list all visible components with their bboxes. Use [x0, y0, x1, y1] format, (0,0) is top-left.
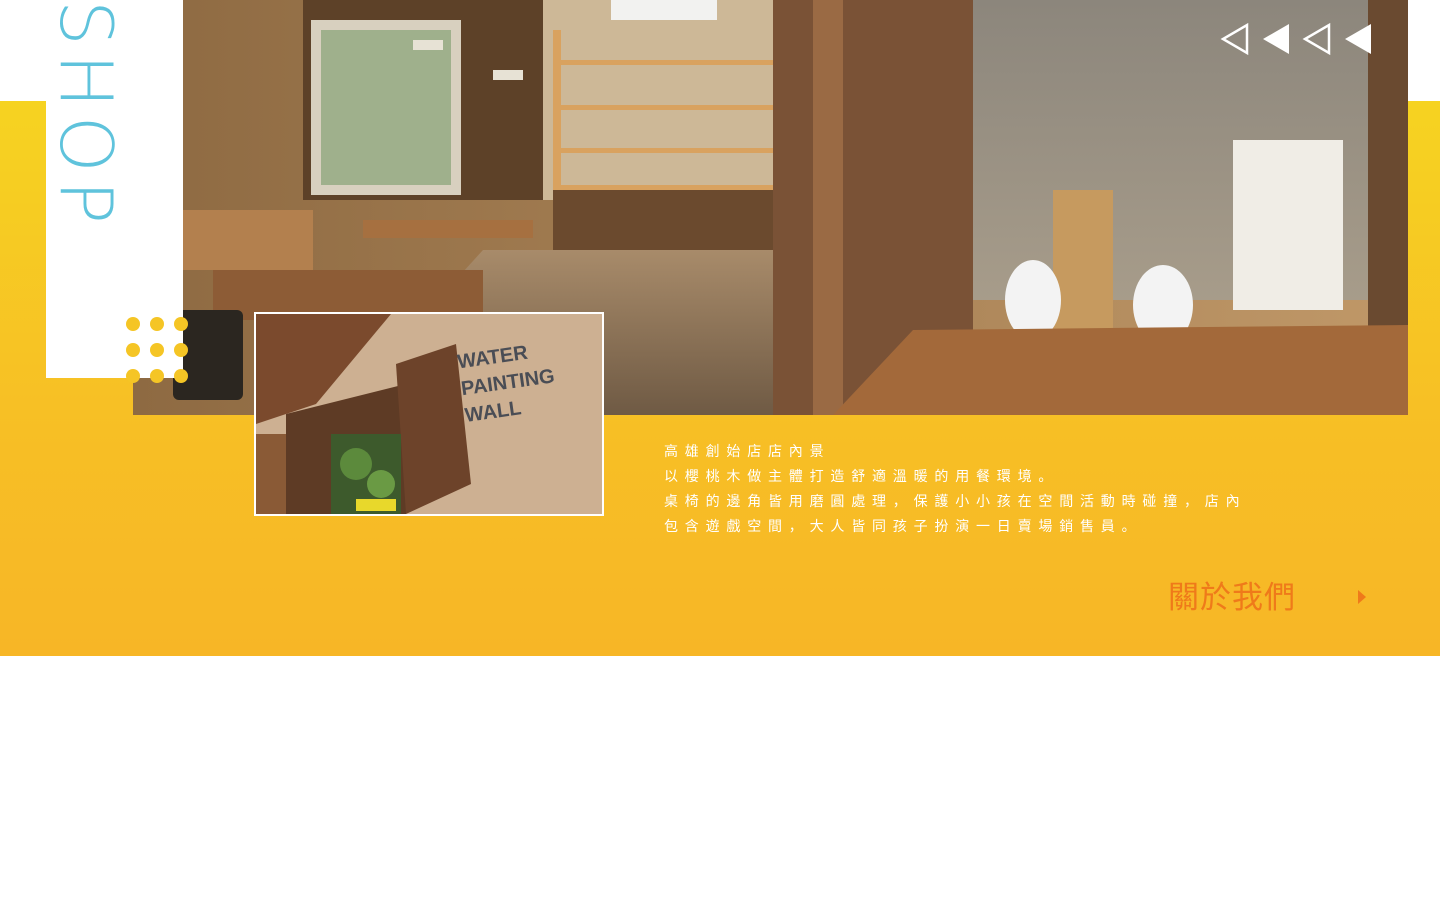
- about-us-label: 關於我們: [1168, 580, 1296, 616]
- dot: [174, 343, 188, 357]
- dot: [150, 343, 164, 357]
- dot: [150, 317, 164, 331]
- dot: [126, 343, 140, 357]
- about-us-link[interactable]: 關於我們: [1168, 572, 1366, 617]
- triangle-left-outline-icon[interactable]: [1220, 22, 1249, 56]
- dot: [150, 369, 164, 383]
- description-line: 桌椅的邊角皆用磨圓處理，保護小小孩在空間活動時碰撞，店內: [664, 494, 1247, 510]
- description-line: 包含遊戲空間，大人皆同孩子扮演一日賣場銷售員。: [664, 519, 1143, 535]
- dot: [174, 317, 188, 331]
- section-title-text: SHOP: [44, 0, 128, 232]
- dot: [126, 317, 140, 331]
- dot: [174, 369, 188, 383]
- thumbnail-photo[interactable]: WATER PAINTING WALL: [254, 312, 604, 516]
- description-line: 以櫻桃木做主體打造舒適溫暖的用餐環境。: [664, 469, 1060, 485]
- dot: [126, 369, 140, 383]
- description-line: 高雄創始店店內景: [664, 444, 831, 460]
- caret-right-icon: [1358, 589, 1366, 604]
- triangle-left-outline-icon[interactable]: [1302, 22, 1331, 56]
- triangle-left-filled-icon[interactable]: [1261, 22, 1290, 56]
- carousel-controls: [1220, 22, 1372, 56]
- dot-pattern: [124, 315, 190, 385]
- shop-description: 高雄創始店店內景 以櫻桃木做主體打造舒適溫暖的用餐環境。 桌椅的邊角皆用磨圓處理…: [664, 440, 1264, 540]
- section-title: SHOP: [44, 0, 128, 231]
- triangle-left-filled-icon[interactable]: [1343, 22, 1372, 56]
